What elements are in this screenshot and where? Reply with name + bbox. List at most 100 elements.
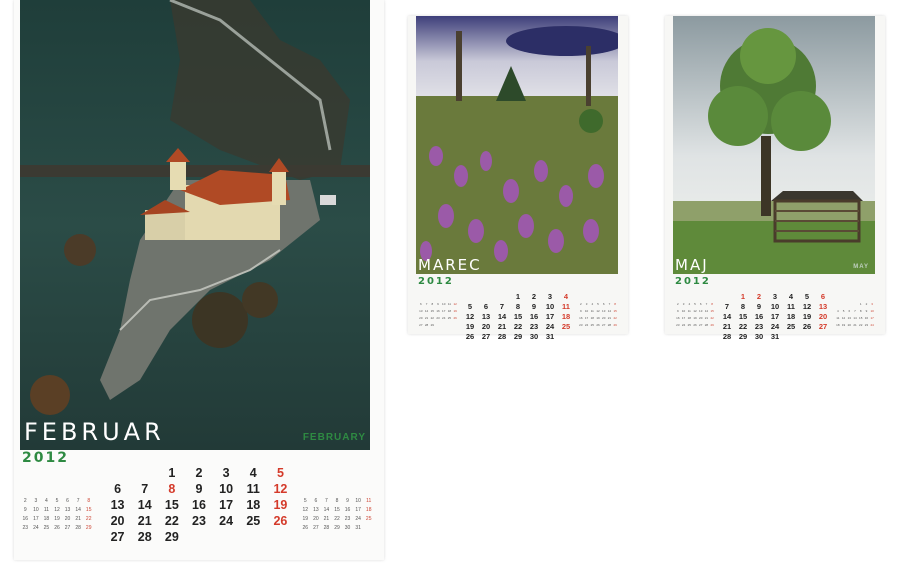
day-grid: 1 2 3 4 5 6 7 8 9 10 11 12 13 14 15 16 1… [719,292,831,341]
day-cell: 19 [465,322,475,331]
day-cell-sunday: 25 [561,322,571,331]
day-cell: 20 [481,322,491,331]
day-cell: 9 [756,302,762,311]
day-cell: 14 [722,312,732,321]
year-label: 2012 [675,276,711,287]
day-cell: 28 [137,530,152,544]
day-cell: 30 [754,332,764,341]
month-title: MAJ [675,256,709,274]
day-cell: 25 [786,322,796,331]
day-cell: 28 [497,332,507,341]
day-cell: 13 [110,498,125,512]
day-cell: 21 [497,322,507,331]
day-cell: 27 [481,332,491,341]
month-title: FEBRUAR [24,418,165,446]
day-cell [799,332,815,341]
day-cell [478,292,494,301]
day-cell [240,530,267,544]
calendar-february: FEBRUAR FEBRUARY 2012 2345678 9 10 11 12 13 1… [14,0,384,560]
day-cell: 23 [754,322,764,331]
day-cell: 15 [164,498,179,512]
day-cell-holiday: 1 [740,292,746,301]
day-cell: 12 [802,302,812,311]
day-cell: 25 [246,514,261,528]
day-cell: 10 [219,482,234,496]
month-title-english: FEBRUARY [302,432,366,443]
day-cell [494,292,510,301]
day-cell [783,332,799,341]
day-cell: 7 [141,482,149,496]
day-cell [267,530,294,544]
day-cell: 27 [110,530,125,544]
day-cell: 24 [219,514,234,528]
day-cell: 23 [529,322,539,331]
month-title-english: MAY [853,264,869,270]
day-cell: 29 [164,530,179,544]
day-cell: 26 [465,332,475,341]
day-cell: 22 [513,322,523,331]
day-cell: 19 [802,312,812,321]
day-cell-sunday: 6 [820,292,826,301]
day-cell: 17 [545,312,555,321]
day-cell: 16 [754,312,764,321]
day-cell: 15 [513,312,523,321]
day-cell [104,466,131,480]
day-cell: 18 [246,498,261,512]
day-cell-holiday: 2 [756,292,762,301]
day-cell-sunday: 27 [818,322,828,331]
day-cell: 6 [483,302,489,311]
day-cell: 8 [740,302,746,311]
day-cell: 13 [481,312,491,321]
photo-castle-aerial [20,0,370,450]
day-cell: 5 [467,302,473,311]
calendar-march: MAREC 2012 6 7 8 9 10 11 12 13 14 15 16 17 18 19 20 2… [408,16,628,341]
day-cell: 21 [137,514,152,528]
day-cell-sunday: 20 [818,312,828,321]
day-cell [558,332,574,341]
mini-calendar-next: 5 6 7 8 9 10 11 12 13 14 15 16 17 18 19 20 21 22 23 24 25 … [302,498,372,531]
year-label: 2012 [22,450,69,466]
day-cell: 21 [722,322,732,331]
day-cell: 22 [738,322,748,331]
day-cell: 3 [772,292,778,301]
day-cell [131,466,158,480]
day-cell: 26 [802,322,812,331]
day-cell: 5 [804,292,810,301]
photo-tree-hayrack [673,16,875,274]
day-cell-sunday: 13 [818,302,828,311]
day-cell: 11 [246,482,260,496]
day-cell: 30 [529,332,539,341]
day-cell: 14 [137,498,152,512]
mini-calendar-next: 2345678 9 10 11 12 13 14 15 16 17 18 19 20 21 22 23 2… [579,302,617,327]
day-cell: 9 [531,302,537,311]
day-cell: 11 [787,302,795,311]
day-cell: 3 [547,292,553,301]
photo-crocus-meadow [416,16,618,274]
day-cell: 4 [788,292,794,301]
day-cell: 31 [545,332,555,341]
day-grid: 1 2 3 4 5 6 7 8 9 10 11 12 13 14 15 16 1… [104,466,294,544]
day-cell: 9 [195,482,203,496]
day-cell [719,292,735,301]
day-cell: 1 [515,292,521,301]
day-cell: 23 [192,514,206,528]
day-cell-holiday: 8 [168,482,176,496]
day-cell: 16 [192,498,206,512]
day-cell: 8 [515,302,521,311]
day-cell: 4 [249,466,257,480]
day-cell: 10 [545,302,555,311]
day-cell: 12 [465,312,475,321]
day-cell-sunday: 11 [562,302,570,311]
day-cell: 15 [738,312,748,321]
mini-calendar-previous: 2345678 9 10 11 12 13 14 15 16 17 18 19 20 21 22 23 2… [676,302,714,327]
day-cell-sunday: 4 [563,292,569,301]
year-label: 2012 [418,276,454,287]
day-cell: 31 [770,332,780,341]
day-cell-sunday: 19 [273,498,288,512]
day-cell: 20 [110,514,125,528]
day-cell [462,292,478,301]
day-cell: 2 [195,466,203,480]
mini-calendar-previous: 6 7 8 9 10 11 12 13 14 15 16 17 18 19 20 21 22 23 24 25 26… [419,302,457,327]
day-cell-sunday: 18 [561,312,571,321]
day-cell: 16 [529,312,539,321]
